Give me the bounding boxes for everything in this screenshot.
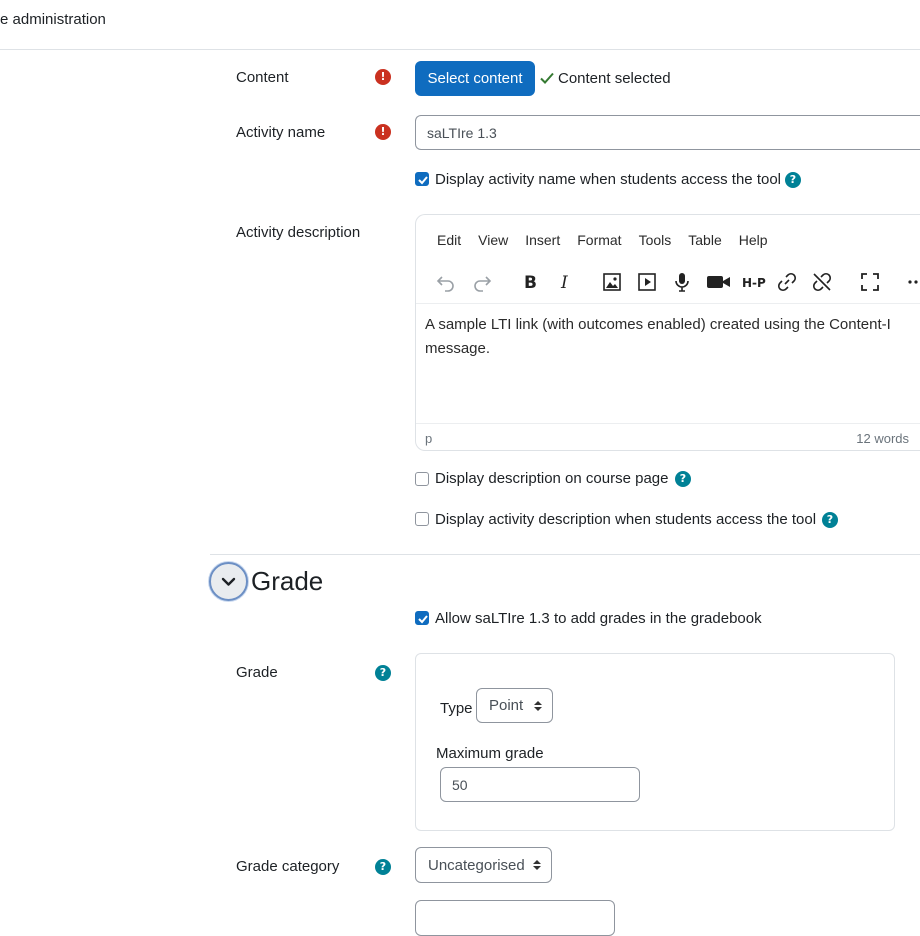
grade-type-label: Type — [440, 700, 473, 717]
grade-section-title: Grade — [251, 566, 324, 596]
help-icon[interactable]: ? — [375, 859, 391, 875]
menu-edit[interactable]: Edit — [437, 232, 461, 248]
toolbar-divider — [416, 303, 920, 304]
menu-table[interactable]: Table — [688, 232, 721, 248]
activity-name-label: Activity name — [236, 124, 326, 141]
required-icon: ! — [375, 124, 391, 140]
video-camera-icon[interactable] — [702, 267, 732, 297]
menu-view[interactable]: View — [478, 232, 508, 248]
editor-menubar: Edit View Insert Format Tools Table Help — [437, 232, 785, 249]
display-on-course-page-checkbox[interactable] — [415, 472, 429, 486]
fullscreen-icon[interactable] — [855, 267, 885, 297]
section-divider — [210, 554, 920, 555]
grade-fieldset: Type Point Maximum grade — [415, 653, 895, 831]
allow-grades-checkbox[interactable] — [415, 611, 429, 625]
activity-description-label: Activity description — [236, 224, 361, 241]
site-admin-link[interactable]: e administration — [0, 11, 106, 28]
editor-statusbar: p 12 words — [416, 423, 920, 450]
undo-icon[interactable] — [431, 267, 461, 297]
help-icon[interactable]: ? — [822, 512, 838, 528]
svg-text:B: B — [524, 273, 537, 292]
h5p-icon[interactable]: H-P — [737, 267, 771, 297]
editor-text-line: message. — [425, 340, 491, 357]
menu-format[interactable]: Format — [577, 232, 621, 248]
more-icon[interactable] — [901, 267, 920, 297]
section-collapse-button[interactable] — [209, 562, 248, 601]
check-icon — [540, 72, 554, 84]
max-grade-label: Maximum grade — [436, 745, 544, 762]
menu-help[interactable]: Help — [739, 232, 768, 248]
select-content-button[interactable]: Select content — [415, 61, 535, 96]
description-editor: Edit View Insert Format Tools Table Help B I H… — [415, 214, 920, 451]
select-arrows-icon — [533, 860, 541, 870]
word-count: 12 words — [856, 431, 909, 446]
unlink-icon[interactable] — [807, 267, 837, 297]
content-selected-status: Content selected — [558, 70, 671, 87]
menu-insert[interactable]: Insert — [525, 232, 560, 248]
help-icon[interactable]: ? — [375, 665, 391, 681]
media-icon[interactable] — [632, 267, 662, 297]
element-path[interactable]: p — [425, 431, 432, 446]
allow-grades-label: Allow saLTIre 1.3 to add grades in the g… — [435, 610, 762, 627]
menu-tools[interactable]: Tools — [639, 232, 672, 248]
required-icon: ! — [375, 69, 391, 85]
grade-label: Grade — [236, 664, 278, 681]
grade-type-value: Point — [489, 697, 524, 714]
editor-text-line: A sample LTI link (with outcomes enabled… — [425, 316, 891, 333]
display-activity-name-checkbox[interactable] — [415, 172, 429, 186]
content-label: Content — [236, 69, 289, 86]
help-icon[interactable]: ? — [675, 471, 691, 487]
help-icon[interactable]: ? — [785, 172, 801, 188]
link-icon[interactable] — [772, 267, 802, 297]
next-field-select[interactable] — [415, 900, 615, 936]
grade-category-label: Grade category — [236, 858, 340, 875]
top-navbar: e administration — [0, 0, 920, 50]
grade-category-select[interactable]: Uncategorised — [415, 847, 552, 883]
grade-type-select[interactable]: Point — [476, 688, 553, 723]
italic-icon[interactable]: I — [550, 267, 580, 297]
max-grade-input[interactable] — [440, 767, 640, 802]
svg-text:I: I — [560, 273, 568, 292]
grade-category-value: Uncategorised — [428, 857, 525, 874]
display-description-on-access-label: Display activity description when studen… — [435, 511, 817, 528]
h5p-text: H-P — [742, 276, 766, 290]
display-description-on-access-checkbox[interactable] — [415, 512, 429, 526]
editor-content-area[interactable]: A sample LTI link (with outcomes enabled… — [425, 313, 920, 361]
display-on-course-page-label: Display description on course page — [435, 470, 669, 487]
microphone-icon[interactable] — [667, 267, 697, 297]
display-activity-name-label: Display activity name when students acce… — [435, 171, 782, 188]
select-arrows-icon — [534, 700, 542, 711]
activity-name-input[interactable] — [415, 115, 920, 150]
redo-icon[interactable] — [467, 267, 497, 297]
chevron-down-icon — [221, 577, 236, 586]
bold-icon[interactable]: B — [515, 267, 545, 297]
image-icon[interactable] — [597, 267, 627, 297]
